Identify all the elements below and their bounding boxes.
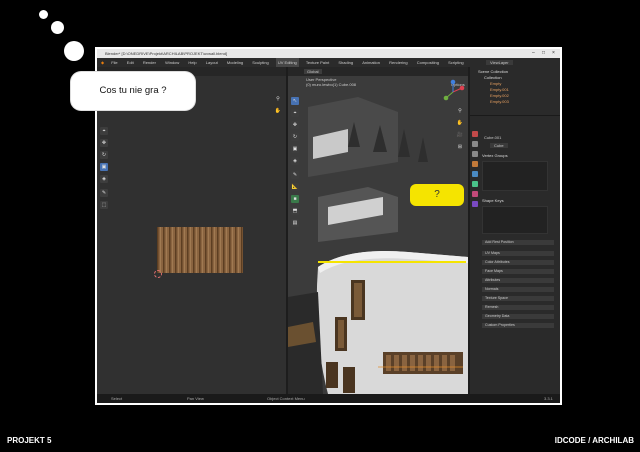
uv-maps-row[interactable]: UV Maps [482, 251, 554, 256]
title-bar: Blender* [D:\ONEDRIVE\Projekt\ARCHILAB\P… [97, 49, 560, 58]
uv-cursor-icon [154, 270, 162, 278]
tab-compositing[interactable]: Compositing [415, 58, 441, 67]
viewport-pan-icon[interactable]: ✋ [456, 119, 464, 127]
vertex-groups-header[interactable]: Vertex Groups [482, 153, 508, 159]
tab-uv-editing[interactable]: UV Editing [275, 58, 299, 67]
status-bar: Select Pan View Object Context Menu 3.3.… [97, 394, 560, 403]
question-mark-callout: ? [410, 184, 464, 206]
maximize-button[interactable]: □ [542, 49, 545, 58]
face-maps-row[interactable]: Face Maps [482, 269, 554, 274]
panel-divider [470, 115, 560, 116]
camera-icon[interactable]: 🎥 [456, 131, 464, 139]
grab-tool-icon[interactable]: ⬚ [100, 201, 108, 209]
outliner-item-collection[interactable]: Collection [484, 75, 502, 80]
status-context-menu: Object Context Menu [267, 396, 305, 401]
tab-modeling[interactable]: Modeling [225, 58, 245, 67]
uv-editor[interactable]: ⌖ ✥ ↻ ▣ ◈ ✎ ⬚ ⚲ ✋ [97, 67, 286, 394]
outliner-item-empty-001[interactable]: Empty.001 [490, 87, 509, 92]
output-properties-tab-icon[interactable] [472, 151, 478, 157]
vertex-groups-list[interactable] [482, 161, 548, 191]
thought-dot-1 [39, 10, 48, 19]
tab-texture-paint[interactable]: Texture Paint [304, 58, 331, 67]
modifier-properties-tab-icon[interactable] [472, 171, 478, 177]
mesh-data-tab-icon[interactable] [472, 181, 478, 187]
tab-layout[interactable]: Layout [204, 58, 220, 67]
menu-render[interactable]: Render [141, 58, 158, 67]
menu-help[interactable]: Help [186, 58, 198, 67]
status-select: Select [111, 396, 123, 401]
custom-properties-row[interactable]: Custom Properties [482, 323, 554, 328]
transform-tool-icon[interactable]: ◈ [100, 175, 108, 183]
cursor-tool-icon[interactable]: ⌖ [100, 127, 108, 135]
object-properties-tab-icon[interactable] [472, 161, 478, 167]
object-name-label: Cube.001 [484, 135, 502, 140]
shape-keys-header[interactable]: Shape Keys [482, 198, 504, 204]
properties-panel: ViewLayer Scene Collection Collection Em… [470, 59, 560, 394]
view-layer-selector[interactable]: ViewLayer [486, 60, 513, 65]
thought-dot-2 [51, 21, 64, 34]
outliner-item-empty[interactable]: Empty [490, 81, 501, 86]
zoom-icon[interactable]: ⚲ [274, 95, 282, 103]
status-pan-view: Pan View [187, 396, 204, 401]
status-version: 3.3.1 [544, 396, 553, 401]
3d-viewport[interactable]: Global Options User Perspective (0) muro… [288, 67, 468, 394]
thought-bubble-text: Cos tu nie gra ? [99, 85, 167, 96]
close-button[interactable]: × [552, 49, 555, 58]
blender-logo-icon[interactable]: ◆ [101, 60, 104, 65]
outliner-item-empty-003[interactable]: Empty.003 [490, 99, 509, 104]
menu-edit[interactable]: Edit [125, 58, 136, 67]
tab-sculpting[interactable]: Sculpting [250, 58, 270, 67]
tab-rendering[interactable]: Rendering [387, 58, 409, 67]
grid-icon[interactable]: ⊞ [456, 143, 464, 151]
remesh-row[interactable]: Remesh [482, 305, 554, 310]
render-properties-tab-icon[interactable] [472, 141, 478, 147]
shape-keys-list[interactable] [482, 206, 548, 234]
footer-project-label: PROJEKT 5 [7, 436, 52, 445]
footer-brand-label: IDCODE / ARCHILAB [554, 436, 634, 445]
menu-window[interactable]: Window [163, 58, 181, 67]
texture-space-row[interactable]: Texture Space [482, 296, 554, 301]
thought-bubble: Cos tu nie gra ? [71, 72, 195, 110]
wood-texture-uv-island [157, 227, 243, 273]
mesh-name-field[interactable]: Cube [490, 143, 508, 148]
attributes-row[interactable]: Attributes [482, 278, 554, 283]
menu-file[interactable]: File [109, 58, 119, 67]
annotate-tool-icon[interactable]: ✎ [100, 189, 108, 197]
move-tool-icon[interactable]: ✥ [100, 139, 108, 147]
building-render [288, 97, 468, 394]
tab-animation[interactable]: Animation [360, 58, 382, 67]
material-properties-tab-icon[interactable] [472, 191, 478, 197]
scale-tool-icon[interactable]: ▣ [100, 163, 108, 171]
pan-hand-icon[interactable]: ✋ [274, 107, 282, 115]
geometry-data-row[interactable]: Geometry Data [482, 314, 554, 319]
normals-row[interactable]: Normals [482, 287, 554, 292]
viewport-zoom-icon[interactable]: ⚲ [456, 107, 464, 115]
outliner-item-empty-002[interactable]: Empty.002 [490, 93, 509, 98]
window-title: Blender* [D:\ONEDRIVE\Projekt\ARCHILAB\P… [105, 51, 228, 56]
outliner-scene-collection[interactable]: Scene Collection [478, 69, 508, 74]
tab-shading[interactable]: Shading [336, 58, 355, 67]
tool-properties-tab-icon[interactable] [472, 131, 478, 137]
tab-scripting[interactable]: Scripting [446, 58, 466, 67]
color-attributes-row[interactable]: Color Attributes [482, 260, 554, 265]
minimize-button[interactable]: – [532, 49, 535, 58]
thought-dot-3 [64, 41, 84, 61]
navigation-gizmo[interactable] [440, 79, 466, 105]
texture-properties-tab-icon[interactable] [472, 201, 478, 207]
add-rest-position-row[interactable]: Add Rest Position [482, 240, 554, 245]
rotate-tool-icon[interactable]: ↻ [100, 151, 108, 159]
